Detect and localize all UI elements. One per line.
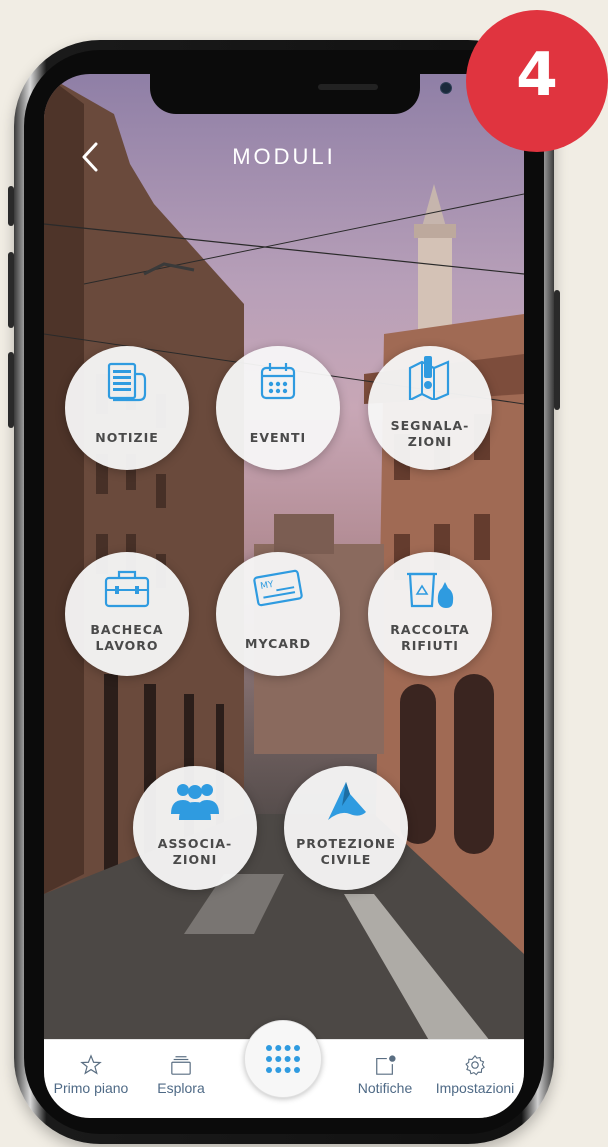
page-title: MODULI [232, 144, 336, 169]
header: MODULI [44, 140, 524, 180]
step-number-badge: 4 [466, 10, 608, 152]
card-icon: MY [253, 569, 303, 607]
volume-up-button [8, 252, 14, 328]
notification-icon [376, 1055, 396, 1075]
gear-icon [465, 1054, 485, 1076]
map-alert-icon [408, 356, 450, 400]
tab-label: Impostazioni [435, 1080, 515, 1096]
silent-switch [8, 186, 14, 226]
app-screen: MODULI NOTIZIE EVENTI SEGNALA- ZIONI BAC… [44, 74, 524, 1118]
tab-notifiche[interactable]: Notifiche [340, 1054, 430, 1096]
star-icon [80, 1054, 102, 1075]
step-number: 4 [516, 40, 558, 110]
module-label: BACHECA LAVORO [90, 622, 164, 653]
module-label: NOTIZIE [95, 430, 159, 445]
tab-primo-piano[interactable]: Primo piano [46, 1054, 136, 1096]
recycle-bin-icon [407, 572, 454, 608]
module-label: EVENTI [249, 430, 307, 445]
briefcase-icon [104, 570, 150, 608]
grid-dots-icon [266, 1045, 300, 1073]
front-camera [440, 82, 452, 94]
module-label: ASSOCIA- ZIONI [157, 836, 233, 867]
newspaper-icon [107, 362, 147, 402]
module-eventi[interactable]: EVENTI [216, 346, 340, 470]
layers-icon [171, 1056, 191, 1075]
civil-protection-icon [328, 782, 366, 820]
module-associazioni[interactable]: ASSOCIA- ZIONI [133, 766, 257, 890]
tab-esplora[interactable]: Esplora [136, 1054, 226, 1096]
module-notizie[interactable]: NOTIZIE [65, 346, 189, 470]
module-raccolta-rifiuti[interactable]: RACCOLTA RIFIUTI [368, 552, 492, 676]
tab-label: Notifiche [357, 1080, 413, 1096]
tab-label: Esplora [157, 1080, 205, 1096]
bottom-tab-bar: Primo piano Esplora Notifiche Impostazio… [44, 1020, 524, 1118]
tab-label: Primo piano [53, 1080, 129, 1096]
device-notch [150, 74, 452, 114]
module-protezione-civile[interactable]: PROTEZIONE CIVILE [284, 766, 408, 890]
module-label: SEGNALA- ZIONI [390, 418, 470, 449]
svg-text:MY: MY [260, 580, 275, 592]
power-button [554, 290, 560, 410]
module-segnalazioni[interactable]: SEGNALA- ZIONI [368, 346, 492, 470]
volume-down-button [8, 352, 14, 428]
calendar-icon [260, 363, 296, 400]
modules-grid-button[interactable] [244, 1020, 322, 1098]
speaker-grille [318, 84, 378, 90]
module-label: RACCOLTA RIFIUTI [390, 622, 470, 653]
module-label: MYCARD [245, 636, 311, 651]
module-label: PROTEZIONE CIVILE [296, 836, 396, 867]
tab-impostazioni[interactable]: Impostazioni [430, 1054, 520, 1096]
module-mycard[interactable]: MY MYCARD [216, 552, 340, 676]
module-bacheca-lavoro[interactable]: BACHECA LAVORO [65, 552, 189, 676]
group-icon [171, 784, 219, 820]
